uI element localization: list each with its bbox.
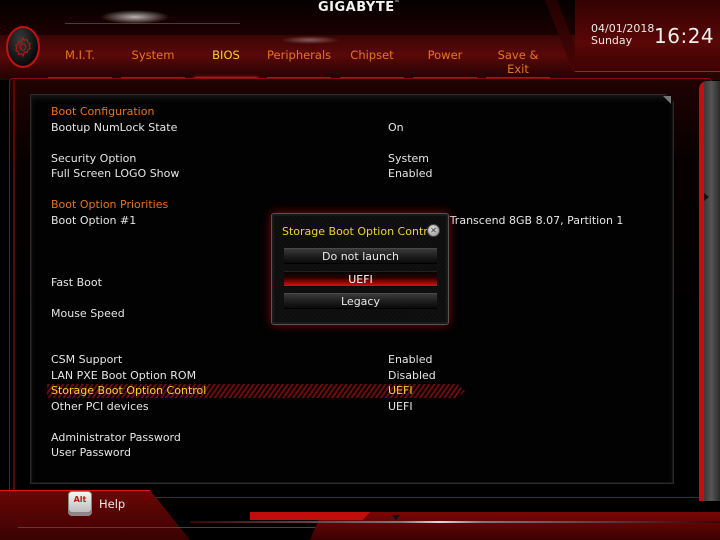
setting-label: Storage Boot Option Control [51,384,207,397]
setting-label: Bootup NumLock State [51,120,178,134]
main-tabs: M.I.T. System BIOS Peripherals Chipset P… [48,48,559,81]
tab-bios[interactable]: BIOS [194,48,258,81]
setting-value[interactable]: Disabled [388,368,436,384]
section-header: Boot Option Priorities [51,197,471,213]
settings-gear-button[interactable] [6,26,40,68]
setting-label: LAN PXE Boot Option ROM [51,368,197,382]
setting-row-logo[interactable]: Full Screen LOGO Show Enabled [51,166,471,182]
footer-glow-line [190,521,720,523]
setting-label: Full Screen LOGO Show [51,167,180,180]
setting-label: Mouse Speed [51,306,125,320]
setting-label: CSM Support [51,353,123,366]
setting-value[interactable]: shTranscend 8GB 8.07, Partition 1 [437,213,623,229]
tab-mit[interactable]: M.I.T. [48,48,112,81]
tab-system[interactable]: System [121,48,185,81]
setting-row-admin-password[interactable]: Administrator Password [51,430,471,446]
clock-display: 16:24 [654,24,715,48]
setting-label: Administrator Password [51,430,181,444]
tab-chipset[interactable]: Chipset [340,48,404,81]
setting-row-csm[interactable]: CSM Support Enabled [51,352,471,368]
setting-label: User Password [51,446,131,459]
brand-logo: GIGABYTE™ [318,0,401,15]
arrow-right-icon[interactable] [704,193,709,201]
section-title: Boot Option Priorities [51,198,169,211]
tab-peripherals[interactable]: Peripherals [267,48,331,81]
footer-tab [250,512,370,520]
side-panel-toggle[interactable] [699,81,720,501]
setting-label: Other PCI devices [51,399,149,413]
setting-value[interactable]: UEFI [388,399,413,415]
help-label[interactable]: Help [99,497,125,511]
panel-corner-decoration [663,96,671,104]
footer-accent-line [18,527,348,528]
tab-power[interactable]: Power [413,48,477,81]
section-header: Boot Configuration [51,104,471,120]
setting-value[interactable]: UEFI [388,383,413,399]
setting-row-user-password[interactable]: User Password [51,445,471,461]
setting-row-other-pci[interactable]: Other PCI devices UEFI [51,399,471,415]
date-display: 04/01/2018 Sunday [591,23,654,47]
option-popup-dialog: Storage Boot Option Control ✕ Do not lau… [271,213,449,325]
close-icon[interactable]: ✕ [427,224,440,237]
footer-right-band [310,512,720,540]
setting-value[interactable]: System [388,151,429,167]
brand-text: GIGABYTE [318,0,395,15]
alt-key-icon[interactable]: Alt [68,491,92,513]
popup-option-legacy[interactable]: Legacy [284,293,437,309]
setting-row-lan-pxe[interactable]: LAN PXE Boot Option ROM Disabled [51,368,471,384]
setting-value[interactable]: Enabled [388,166,432,182]
section-title: Boot Configuration [51,105,155,118]
setting-row-security[interactable]: Security Option System [51,151,471,167]
setting-label: Security Option [51,151,137,165]
setting-label: Boot Option #1 [51,213,137,227]
setting-label: Fast Boot [51,275,102,289]
setting-value[interactable]: Enabled [388,352,432,368]
header-glow [280,36,340,44]
popup-option-uefi[interactable]: UEFI [284,271,437,287]
header-glow [100,10,170,24]
setting-row-storage-boot[interactable]: Storage Boot Option Control UEFI [47,383,471,399]
arrow-down-icon[interactable] [392,515,400,520]
frame-left-bar [13,80,15,500]
popup-option-do-not-launch[interactable]: Do not launch [284,248,437,264]
gear-icon [15,36,31,58]
day-text: Sunday [591,34,633,47]
setting-value[interactable]: On [388,120,404,136]
popup-title: Storage Boot Option Control [282,225,438,238]
setting-row-numlock[interactable]: Bootup NumLock State On [51,120,471,136]
tab-save-exit[interactable]: Save & Exit [486,48,550,81]
